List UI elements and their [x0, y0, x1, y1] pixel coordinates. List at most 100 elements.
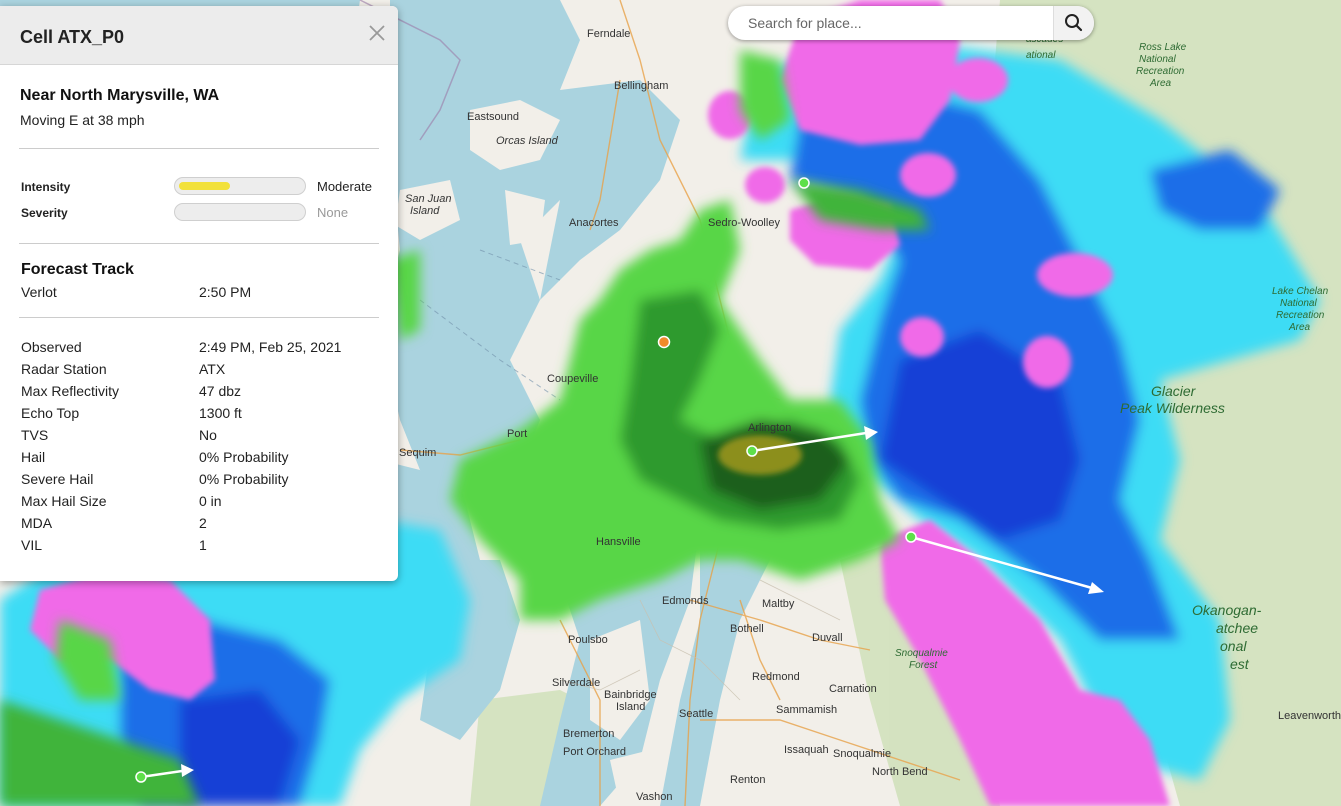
svg-text:Port: Port — [507, 428, 527, 440]
svg-text:Bellingham: Bellingham — [614, 80, 668, 92]
detail-value: 0% Probability — [199, 471, 289, 487]
detail-row: MDA 2 — [0, 512, 398, 534]
svg-text:est: est — [1230, 656, 1250, 672]
close-button[interactable] — [364, 20, 390, 46]
svg-text:Recreation: Recreation — [1136, 66, 1185, 77]
detail-row: TVS No — [0, 424, 398, 446]
svg-text:Sequim: Sequim — [399, 447, 436, 459]
detail-value: 47 dbz — [199, 383, 242, 399]
svg-text:Area: Area — [1288, 322, 1311, 333]
details-list: Observed 2:49 PM, Feb 25, 2021 Radar Stati… — [0, 336, 398, 556]
divider — [19, 243, 379, 244]
cell-info-panel: Cell ATX_P0 Near North Marysville, WA Mo… — [0, 6, 398, 581]
svg-text:National: National — [1139, 54, 1176, 65]
forecast-place: Verlot — [21, 284, 57, 300]
search-button[interactable] — [1053, 6, 1094, 40]
cell-marker[interactable] — [905, 531, 917, 543]
detail-key: Radar Station — [21, 361, 107, 377]
svg-text:Leavenworth: Leavenworth — [1278, 710, 1341, 722]
detail-key: Max Reflectivity — [21, 383, 120, 399]
svg-text:Seattle: Seattle — [679, 708, 713, 720]
intensity-value: Moderate — [317, 179, 372, 194]
svg-text:Island: Island — [410, 205, 440, 217]
severity-label: Severity — [21, 206, 68, 220]
svg-text:Bainbridge: Bainbridge — [604, 689, 657, 701]
svg-text:Snoqualmie: Snoqualmie — [895, 648, 948, 659]
detail-key: Severe Hail — [21, 471, 94, 487]
detail-row: Echo Top 1300 ft — [0, 402, 398, 424]
cell-marker[interactable] — [798, 177, 810, 189]
svg-text:Lake Chelan: Lake Chelan — [1272, 286, 1329, 297]
detail-value: ATX — [199, 361, 226, 377]
detail-row: Max Reflectivity 47 dbz — [0, 380, 398, 402]
detail-row: Hail 0% Probability — [0, 446, 398, 468]
detail-key: TVS — [21, 427, 49, 443]
svg-text:Sammamish: Sammamish — [776, 704, 837, 716]
svg-text:National: National — [1280, 298, 1317, 309]
cell-movement: Moving E at 38 mph — [20, 112, 145, 128]
detail-key: MDA — [21, 515, 53, 531]
svg-text:onal: onal — [1220, 638, 1247, 654]
detail-value: 1 — [199, 537, 207, 553]
search-input[interactable] — [728, 6, 1068, 40]
svg-text:Arlington: Arlington — [748, 422, 791, 434]
detail-row: Max Hail Size 0 in — [0, 490, 398, 512]
svg-text:Glacier: Glacier — [1151, 383, 1197, 399]
svg-text:San Juan: San Juan — [405, 193, 451, 205]
svg-text:Bothell: Bothell — [730, 623, 764, 635]
svg-text:Redmond: Redmond — [752, 671, 800, 683]
intensity-bar-fill — [179, 182, 230, 190]
svg-text:ational: ational — [1026, 50, 1056, 61]
panel-title: Cell ATX_P0 — [20, 27, 125, 47]
intensity-bar — [174, 177, 306, 195]
svg-text:Snoqualmie: Snoqualmie — [833, 748, 891, 760]
detail-row: Severe Hail 0% Probability — [0, 468, 398, 490]
detail-row: Observed 2:49 PM, Feb 25, 2021 — [0, 336, 398, 358]
detail-value: 1300 ft — [199, 405, 242, 421]
svg-text:Coupeville: Coupeville — [547, 373, 598, 385]
svg-text:Peak Wilderness: Peak Wilderness — [1120, 400, 1225, 416]
detail-key: Hail — [21, 449, 46, 465]
close-icon — [369, 25, 385, 41]
panel-header: Cell ATX_P0 — [0, 6, 398, 65]
svg-text:Renton: Renton — [730, 774, 765, 786]
svg-text:atchee: atchee — [1216, 620, 1258, 636]
svg-text:Ferndale: Ferndale — [587, 28, 630, 40]
detail-value: No — [199, 427, 217, 443]
svg-text:Sedro-Woolley: Sedro-Woolley — [708, 217, 780, 229]
severity-value: None — [317, 205, 349, 220]
svg-text:Hansville: Hansville — [596, 536, 641, 548]
forecast-track-title: Forecast Track — [21, 261, 134, 278]
svg-text:Ross Lake: Ross Lake — [1139, 42, 1187, 53]
svg-text:Poulsbo: Poulsbo — [568, 634, 608, 646]
detail-value: 2 — [199, 515, 207, 531]
forecast-time: 2:50 PM — [199, 284, 252, 300]
intensity-label: Intensity — [21, 180, 71, 194]
svg-text:Recreation: Recreation — [1276, 310, 1325, 321]
svg-text:Area: Area — [1149, 78, 1172, 89]
selected-cell-marker[interactable] — [657, 335, 671, 349]
cell-marker[interactable] — [746, 445, 758, 457]
svg-text:Bremerton: Bremerton — [563, 728, 614, 740]
forecast-row: Verlot 2:50 PM — [0, 281, 398, 303]
svg-text:Vashon: Vashon — [636, 791, 673, 803]
svg-text:Forest: Forest — [909, 660, 939, 671]
detail-row: Radar Station ATX — [0, 358, 398, 380]
detail-key: Max Hail Size — [21, 493, 107, 509]
svg-text:Silverdale: Silverdale — [552, 677, 600, 689]
svg-text:Eastsound: Eastsound — [467, 111, 519, 123]
cell-marker[interactable] — [135, 771, 147, 783]
svg-text:Island: Island — [616, 701, 645, 713]
search-bar — [728, 6, 1094, 40]
radar-core — [718, 435, 802, 475]
svg-text:North Bend: North Bend — [872, 766, 928, 778]
svg-text:Carnation: Carnation — [829, 683, 877, 695]
intensity-row: Intensity Moderate — [0, 174, 398, 200]
svg-text:Issaquah: Issaquah — [784, 744, 829, 756]
svg-text:Maltby: Maltby — [762, 598, 795, 610]
detail-key: Observed — [21, 339, 82, 355]
svg-text:Anacortes: Anacortes — [569, 217, 619, 229]
detail-key: VIL — [21, 537, 43, 553]
svg-text:Okanogan-: Okanogan- — [1192, 602, 1262, 618]
svg-text:Edmonds: Edmonds — [662, 595, 709, 607]
